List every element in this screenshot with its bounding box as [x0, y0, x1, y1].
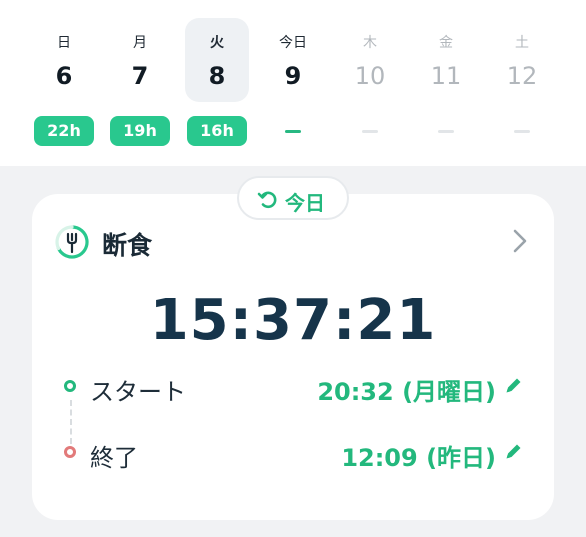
edit-end-pencil-icon[interactable] — [504, 441, 524, 461]
day-number: 9 — [284, 62, 302, 90]
no-data-dash — [438, 130, 454, 133]
end-label: 終了 — [90, 444, 138, 472]
fasting-hours-badge: 16h — [187, 116, 247, 146]
day-thursday[interactable]: 木 10 — [338, 18, 402, 160]
day-of-week-label: 月 — [133, 35, 147, 51]
fasting-card[interactable]: 断食 15:37:21 スタート 20:32 (月曜日) 終了 12:09 (昨… — [32, 194, 554, 520]
day-today[interactable]: 今日 9 — [261, 18, 325, 160]
day-number: 8 — [208, 62, 226, 90]
day-number: 10 — [354, 62, 386, 90]
week-strip: 日 6 22h 月 7 19h 火 8 16h 今日 9 木 10 金 11 土… — [0, 0, 586, 166]
no-data-dash — [285, 130, 301, 133]
start-time-value[interactable]: 20:32 (月曜日) — [317, 372, 496, 407]
no-data-dash — [362, 130, 378, 133]
day-of-week-label: 日 — [57, 35, 71, 51]
day-of-week-label: 金 — [439, 35, 453, 51]
day-of-week-label: 今日 — [279, 35, 307, 51]
start-label: スタート — [90, 378, 186, 406]
end-time-value[interactable]: 12:09 (昨日) — [341, 438, 496, 473]
fork-progress-icon — [55, 225, 89, 259]
day-number: 11 — [430, 62, 462, 90]
end-dot-icon — [64, 446, 76, 458]
fasting-timer: 15:37:21 — [149, 288, 437, 353]
day-sunday[interactable]: 日 6 22h — [32, 18, 96, 160]
fasting-hours-badge: 22h — [34, 116, 94, 146]
edit-start-pencil-icon[interactable] — [504, 375, 524, 395]
day-monday[interactable]: 月 7 19h — [108, 18, 172, 160]
day-of-week-label: 木 — [363, 35, 377, 51]
rotate-back-icon — [257, 191, 277, 209]
day-saturday[interactable]: 土 12 — [490, 18, 554, 160]
card-title: 断食 — [102, 231, 153, 260]
day-of-week-label: 火 — [210, 35, 224, 51]
day-friday[interactable]: 金 11 — [414, 18, 478, 160]
day-tuesday[interactable]: 火 8 16h — [185, 18, 249, 160]
chevron-right-icon[interactable] — [512, 228, 528, 254]
day-number: 6 — [55, 62, 73, 90]
today-button-label: 今日 — [285, 191, 325, 215]
timeline-connector — [70, 400, 72, 444]
start-dot-icon — [64, 380, 76, 392]
no-data-dash — [514, 130, 530, 133]
today-button[interactable]: 今日 — [237, 176, 349, 220]
fasting-hours-badge: 19h — [110, 116, 170, 146]
day-number: 7 — [131, 62, 149, 90]
day-of-week-label: 土 — [515, 35, 529, 51]
day-number: 12 — [506, 62, 538, 90]
